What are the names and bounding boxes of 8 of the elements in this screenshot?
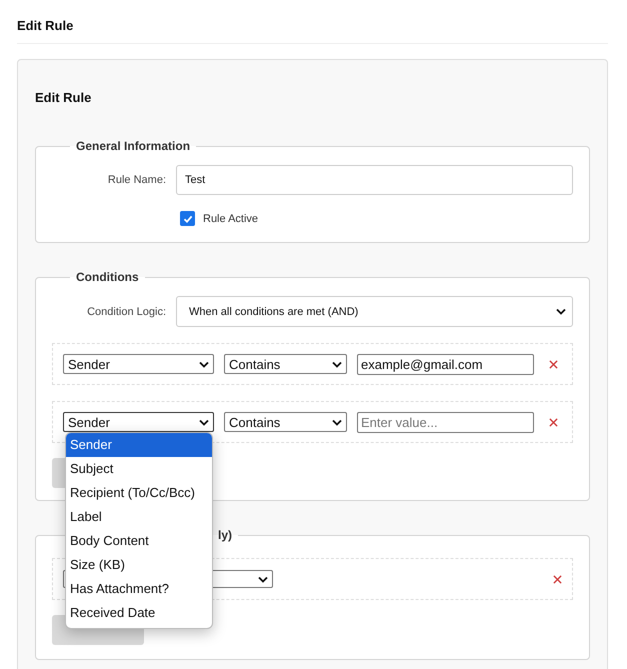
checkbox-label: Rule Active — [203, 212, 258, 224]
fieldset-legend: Conditions — [70, 270, 145, 284]
field-label: Condition Logic: — [86, 306, 167, 318]
card-title: Edit Rule — [35, 90, 92, 106]
page-title: Edit Rule — [17, 17, 74, 35]
fieldset-legend: ly) — [212, 528, 238, 542]
field-label: Rule Name: — [106, 174, 167, 186]
fieldset-legend: General Information — [70, 139, 196, 153]
